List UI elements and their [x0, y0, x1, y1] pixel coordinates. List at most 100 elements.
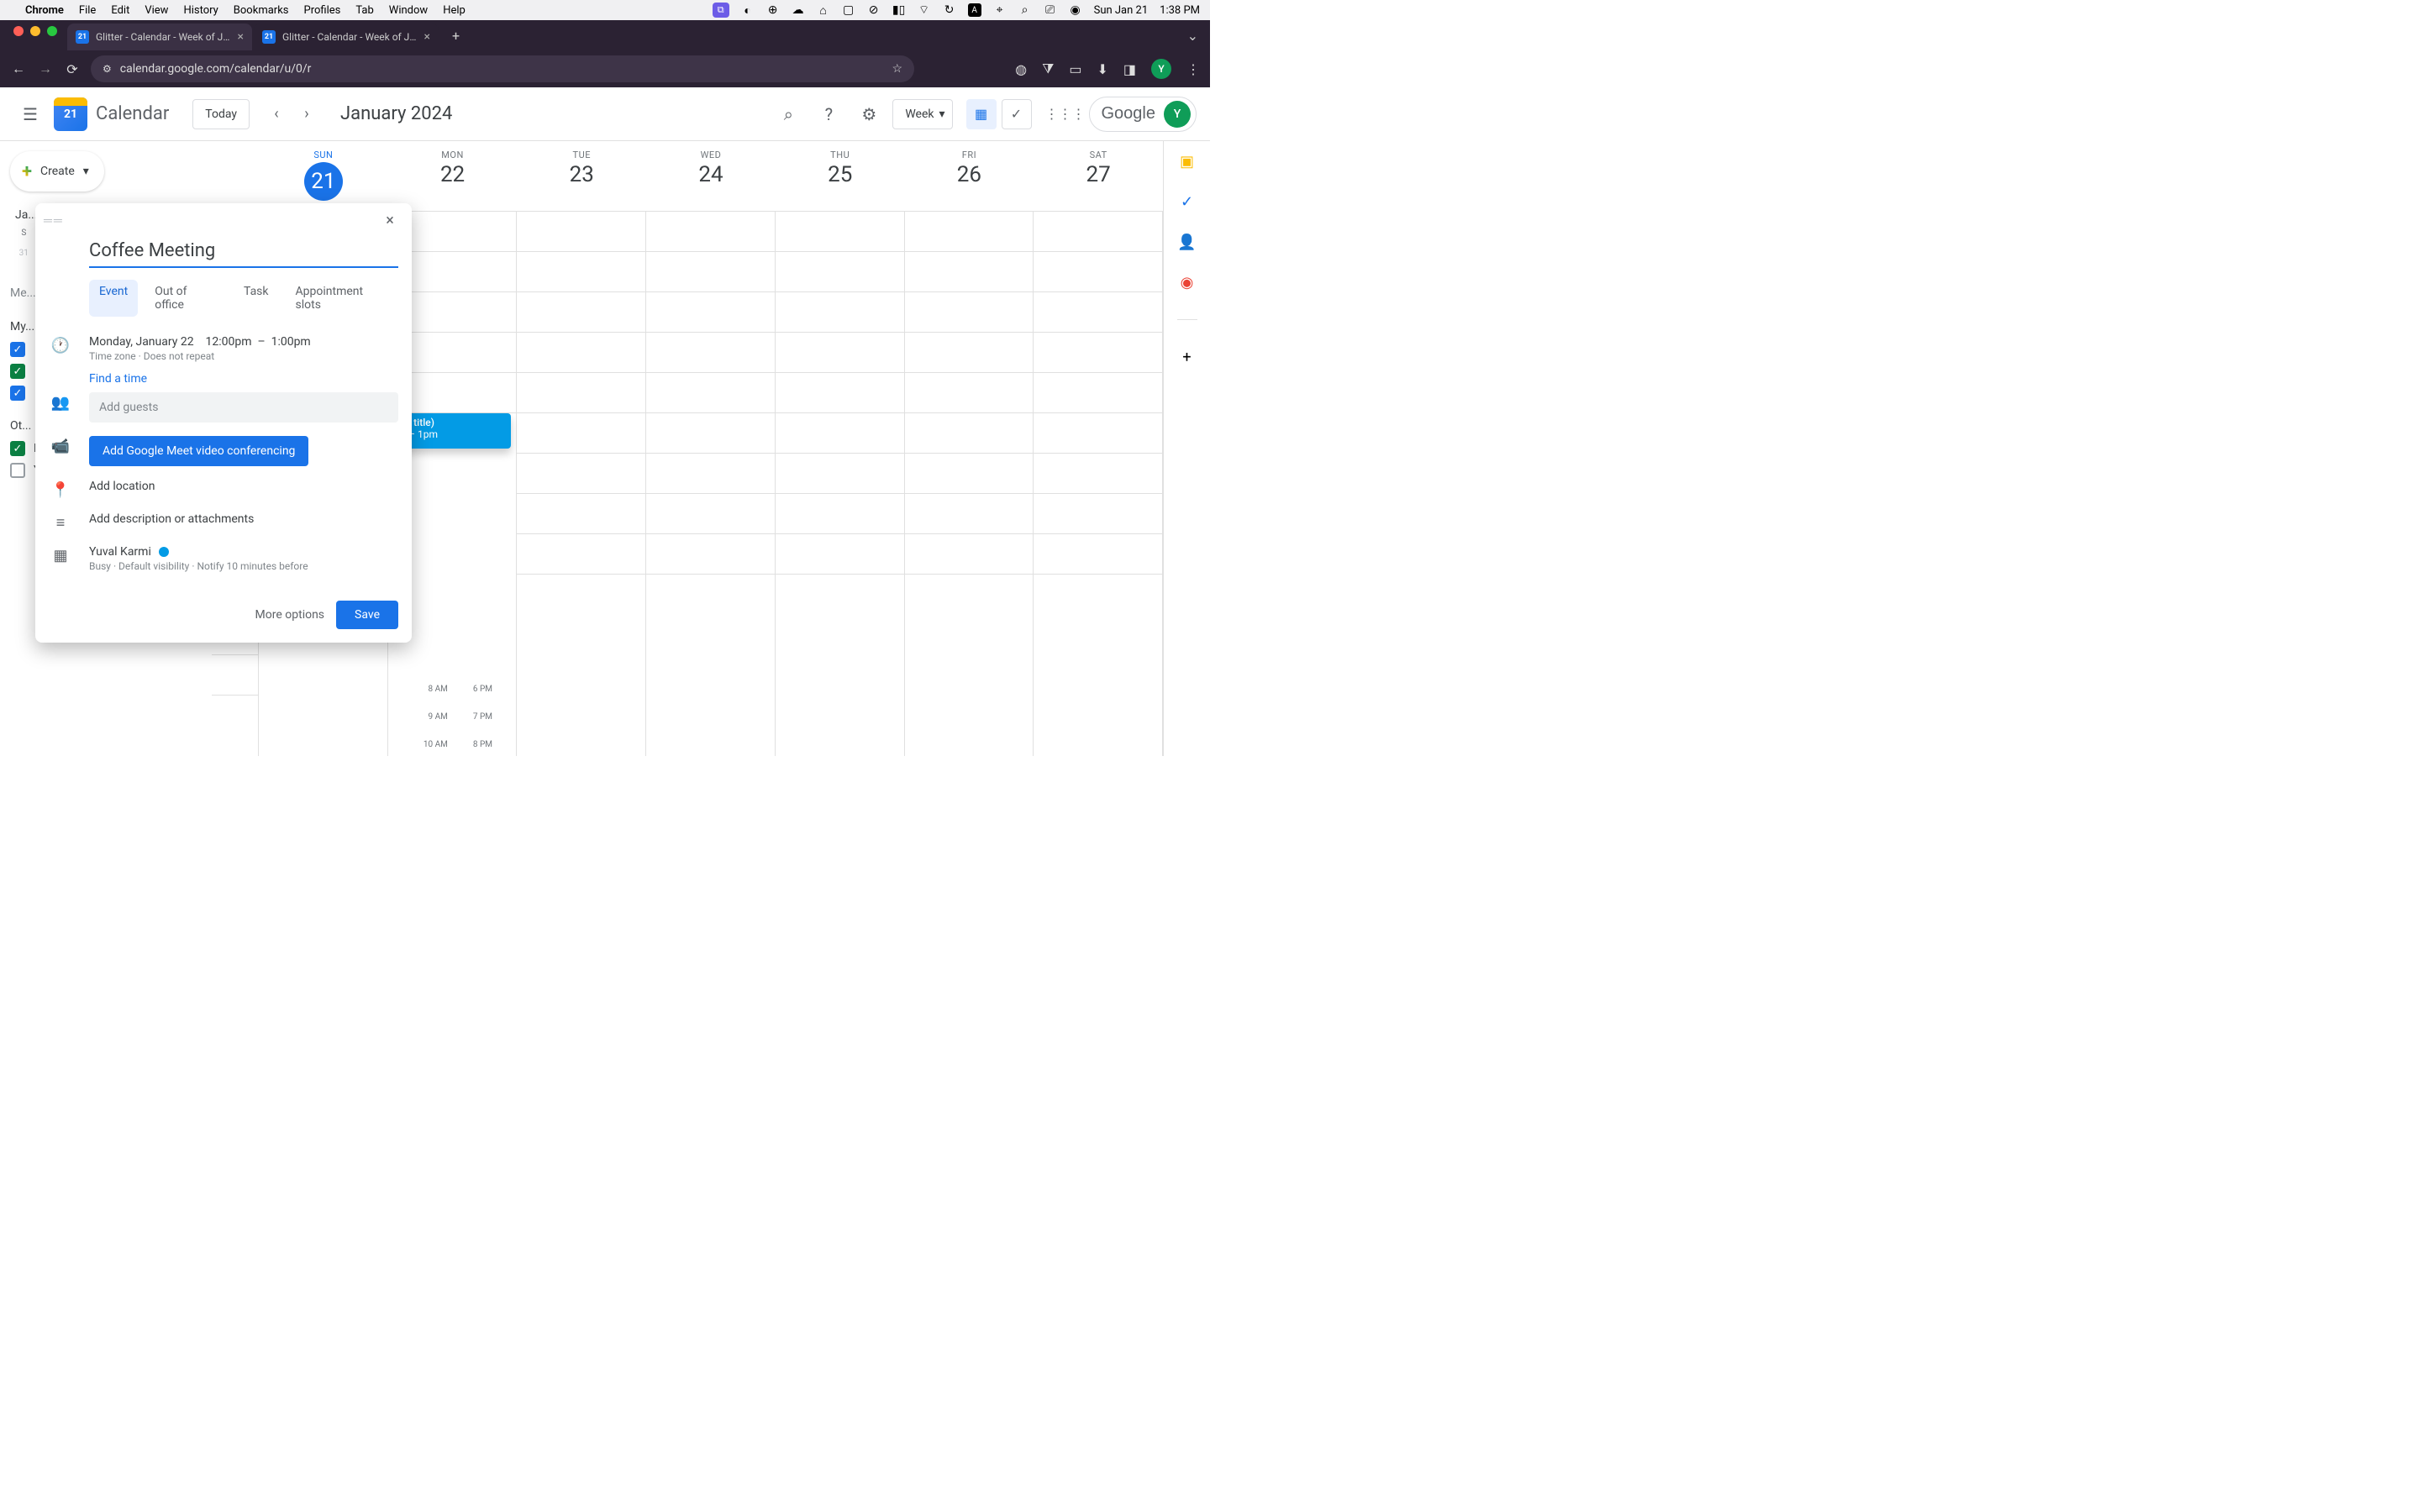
event-date[interactable]: Monday, January 22 — [89, 335, 194, 349]
today-button[interactable]: Today — [192, 99, 250, 129]
close-window-button[interactable] — [13, 26, 24, 36]
day-header-fri[interactable]: FRI 26 — [905, 141, 1034, 211]
event-start-time[interactable]: 12:00pm — [205, 335, 251, 349]
close-tab-icon[interactable]: × — [424, 30, 430, 44]
bookmark-star-icon[interactable]: ☆ — [892, 62, 902, 76]
tasks-view-toggle[interactable]: ✓ — [1002, 99, 1032, 129]
event-defaults-label[interactable]: Busy · Default visibility · Notify 10 mi… — [89, 560, 398, 572]
back-button[interactable]: ← — [10, 60, 27, 77]
address-bar[interactable]: ⚙ calendar.google.com/calendar/u/0/r ☆ — [91, 55, 914, 82]
menu-file[interactable]: File — [79, 4, 96, 17]
close-dialog-button[interactable]: × — [376, 207, 403, 234]
screen-record-icon[interactable]: ⧉ — [713, 3, 729, 18]
calendar-checkbox[interactable] — [10, 386, 25, 401]
status-icon-5[interactable]: ▢ — [842, 3, 855, 17]
add-guests-input[interactable]: Add guests — [89, 392, 398, 423]
save-button[interactable]: Save — [336, 601, 398, 629]
status-icon-1[interactable]: ◐ — [741, 3, 755, 17]
calendar-checkbox[interactable] — [10, 463, 25, 478]
add-addons-icon[interactable]: + — [1177, 347, 1197, 367]
add-location-input[interactable]: Add location — [89, 480, 398, 493]
menu-tab[interactable]: Tab — [355, 4, 373, 17]
clock-icon[interactable]: ↻ — [943, 3, 956, 17]
view-selector[interactable]: Week ▾ — [892, 99, 952, 129]
add-meet-button[interactable]: Add Google Meet video conferencing — [89, 436, 308, 466]
close-tab-icon[interactable]: × — [238, 30, 244, 44]
create-button[interactable]: + Create ▾ — [10, 151, 104, 192]
extension-icon-1[interactable]: ◍ — [1015, 61, 1027, 77]
chrome-menu-icon[interactable]: ⋮ — [1186, 61, 1200, 77]
account-area[interactable]: Google Y — [1089, 97, 1197, 132]
maximize-window-button[interactable] — [47, 26, 57, 36]
event-end-time[interactable]: 1:00pm — [271, 335, 311, 349]
tab-task[interactable]: Task — [234, 280, 279, 317]
menu-help[interactable]: Help — [443, 4, 466, 17]
calendar-owner-label[interactable]: Yuval Karmi — [89, 545, 151, 559]
tab-out-of-office[interactable]: Out of office — [145, 280, 227, 317]
siri-icon[interactable]: ◉ — [1069, 3, 1082, 17]
menubar-app[interactable]: Chrome — [25, 4, 64, 17]
minimize-window-button[interactable] — [30, 26, 40, 36]
more-options-button[interactable]: More options — [255, 608, 325, 622]
status-icon-6[interactable]: ⊘ — [867, 3, 881, 17]
menu-bookmarks[interactable]: Bookmarks — [234, 4, 289, 17]
menubar-date[interactable]: Sun Jan 21 — [1094, 4, 1149, 17]
maps-icon[interactable]: ◉ — [1177, 272, 1197, 292]
keep-icon[interactable]: ▣ — [1177, 151, 1197, 171]
spotlight-icon[interactable]: ⌕ — [1018, 3, 1032, 17]
day-header-mon[interactable]: MON 22 — [388, 141, 518, 211]
mini-day[interactable]: 31 — [13, 243, 34, 263]
day-column-tue[interactable] — [517, 212, 646, 756]
tasks-icon[interactable]: ✓ — [1177, 192, 1197, 212]
contacts-icon[interactable]: 👤 — [1177, 232, 1197, 252]
extensions-icon[interactable]: ⧩ — [1042, 60, 1054, 77]
menu-profiles[interactable]: Profiles — [304, 4, 341, 17]
side-panel-icon[interactable]: ◨ — [1123, 61, 1136, 77]
add-description-input[interactable]: Add description or attachments — [89, 512, 398, 526]
downloads-icon[interactable]: ⬇ — [1097, 61, 1107, 77]
timezone-repeat-label[interactable]: Time zone · Does not repeat — [89, 350, 398, 362]
bluetooth-icon[interactable]: ⌖ — [993, 3, 1007, 17]
browser-tab-2[interactable]: 21 Glitter - Calendar - Week of J... × — [254, 24, 439, 50]
prev-period-button[interactable]: ‹ — [263, 101, 290, 128]
day-header-wed[interactable]: WED 24 — [646, 141, 776, 211]
menu-edit[interactable]: Edit — [111, 4, 129, 17]
status-icon-2[interactable]: ⊕ — [766, 3, 780, 17]
site-info-icon[interactable]: ⚙ — [103, 63, 112, 75]
drag-handle-icon[interactable]: ══ — [44, 213, 64, 228]
status-icon-4[interactable]: ⌂ — [817, 3, 830, 17]
tab-event[interactable]: Event — [89, 280, 138, 317]
day-column-thu[interactable] — [776, 212, 905, 756]
day-column-wed[interactable] — [646, 212, 776, 756]
wifi-icon[interactable]: ⌔ — [918, 3, 931, 17]
forward-button[interactable]: → — [37, 60, 54, 77]
tabs-dropdown-icon[interactable]: ⌄ — [1176, 21, 1210, 50]
reading-list-icon[interactable]: ▭ — [1069, 61, 1081, 77]
reload-button[interactable]: ⟳ — [64, 61, 81, 77]
profile-avatar[interactable]: Y — [1151, 59, 1171, 79]
calendar-checkbox[interactable] — [10, 342, 25, 357]
support-button[interactable]: ? — [812, 97, 845, 131]
menu-history[interactable]: History — [183, 4, 218, 17]
calendar-checkbox[interactable] — [10, 441, 25, 456]
event-title-input[interactable] — [89, 237, 398, 268]
next-period-button[interactable]: › — [293, 101, 320, 128]
calendar-logo[interactable]: 21 Calendar — [54, 97, 169, 131]
settings-button[interactable]: ⚙ — [852, 97, 886, 131]
find-a-time-link[interactable]: Find a time — [89, 372, 398, 386]
account-avatar[interactable]: Y — [1164, 101, 1191, 128]
day-column-sat[interactable] — [1034, 212, 1163, 756]
calendar-checkbox[interactable] — [10, 364, 25, 379]
status-icon-3[interactable]: ☁ — [792, 3, 805, 17]
main-menu-button[interactable]: ☰ — [13, 97, 47, 131]
day-header-sat[interactable]: SAT 27 — [1034, 141, 1163, 211]
menu-window[interactable]: Window — [389, 4, 428, 17]
day-column-fri[interactable] — [905, 212, 1034, 756]
browser-tab-1[interactable]: 21 Glitter - Calendar - Week of J... × — [67, 24, 252, 50]
day-header-sun[interactable]: SUN 21 — [259, 141, 388, 211]
menubar-time[interactable]: 1:38 PM — [1160, 4, 1200, 17]
battery-icon[interactable]: ▮▯ — [892, 3, 906, 17]
calendar-view-toggle[interactable]: ▦ — [966, 99, 997, 129]
search-button[interactable]: ⌕ — [771, 97, 805, 131]
tab-appointment-slots[interactable]: Appointment slots — [286, 280, 398, 317]
